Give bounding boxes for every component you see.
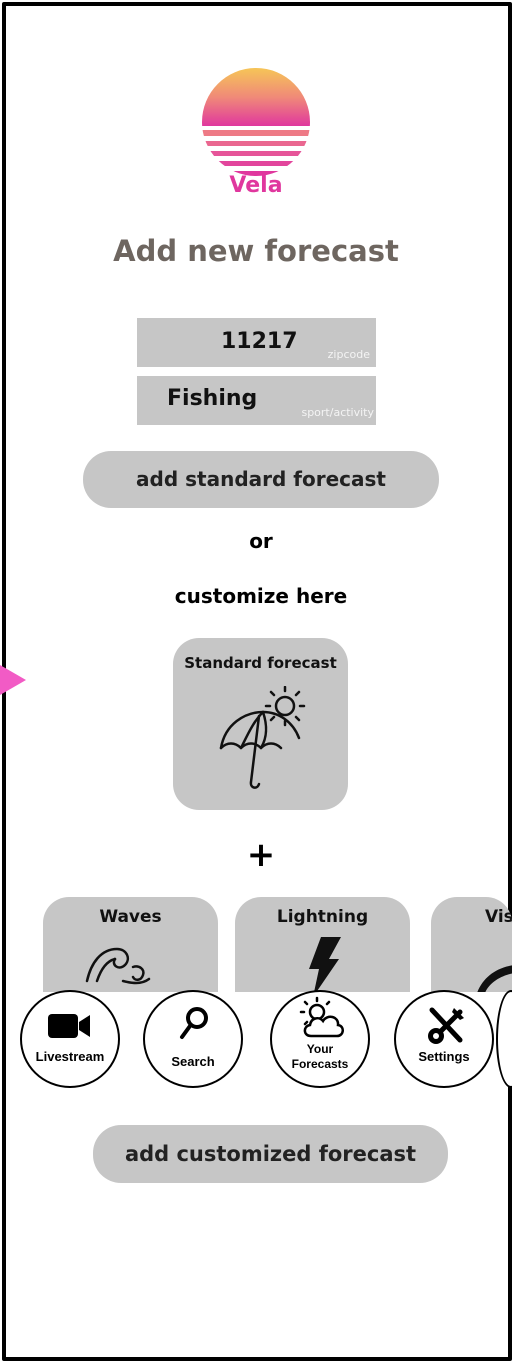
nav-search[interactable]: Search [143, 990, 243, 1088]
lightning-label: Lightning [276, 907, 369, 927]
nav-settings-label: Settings [418, 1049, 470, 1064]
zipcode-field[interactable]: 11217 zipcode [137, 318, 376, 367]
plus-sign: + [246, 835, 276, 875]
search-icon [180, 1007, 208, 1039]
lightning-card[interactable]: Lightning [235, 897, 410, 992]
zipcode-value: 11217 [221, 329, 298, 354]
sunset-logo-icon [202, 68, 310, 176]
standard-forecast-card[interactable]: Standard forecast [173, 638, 348, 810]
add-customized-forecast-button[interactable]: add customized forecast [93, 1125, 448, 1183]
video-camera-icon [48, 1014, 90, 1038]
cloud-sun-icon [299, 996, 344, 1038]
brand-name: Vela [229, 173, 283, 198]
pointer-arrow-icon [0, 665, 26, 695]
lightning-icon [309, 937, 341, 992]
waves-label: Waves [99, 907, 162, 927]
nav-forecasts-label: Forecasts [291, 1057, 349, 1071]
nav-livestream-label: Livestream [35, 1049, 105, 1064]
app-logo: Vela [198, 68, 314, 208]
umbrella-sun-icon [219, 686, 306, 789]
nav-your-forecasts[interactable]: Your Forecasts [270, 990, 370, 1088]
zipcode-placeholder: zipcode [327, 348, 370, 361]
visibility-card[interactable]: Vis [431, 897, 512, 992]
wave-icon [85, 947, 151, 985]
add-standard-forecast-button[interactable]: add standard forecast [83, 451, 439, 508]
nav-livestream[interactable]: Livestream [20, 990, 120, 1088]
or-label: or [249, 529, 273, 553]
customize-label: customize here [174, 584, 348, 608]
standard-forecast-label: Standard forecast [184, 654, 337, 672]
sport-placeholder: sport/activity [301, 406, 374, 419]
nav-your-label: Your [306, 1042, 334, 1056]
page-title: Add new forecast [113, 234, 399, 268]
nav-settings[interactable]: Settings [394, 990, 494, 1088]
visibility-label: Vis [485, 907, 512, 927]
waves-card[interactable]: Waves [43, 897, 218, 992]
sport-value: Fishing [167, 386, 258, 411]
tools-icon [428, 1007, 464, 1044]
nav-search-label: Search [171, 1054, 215, 1069]
visibility-icon [477, 965, 512, 992]
sport-field[interactable]: Fishing sport/activity [137, 376, 376, 425]
